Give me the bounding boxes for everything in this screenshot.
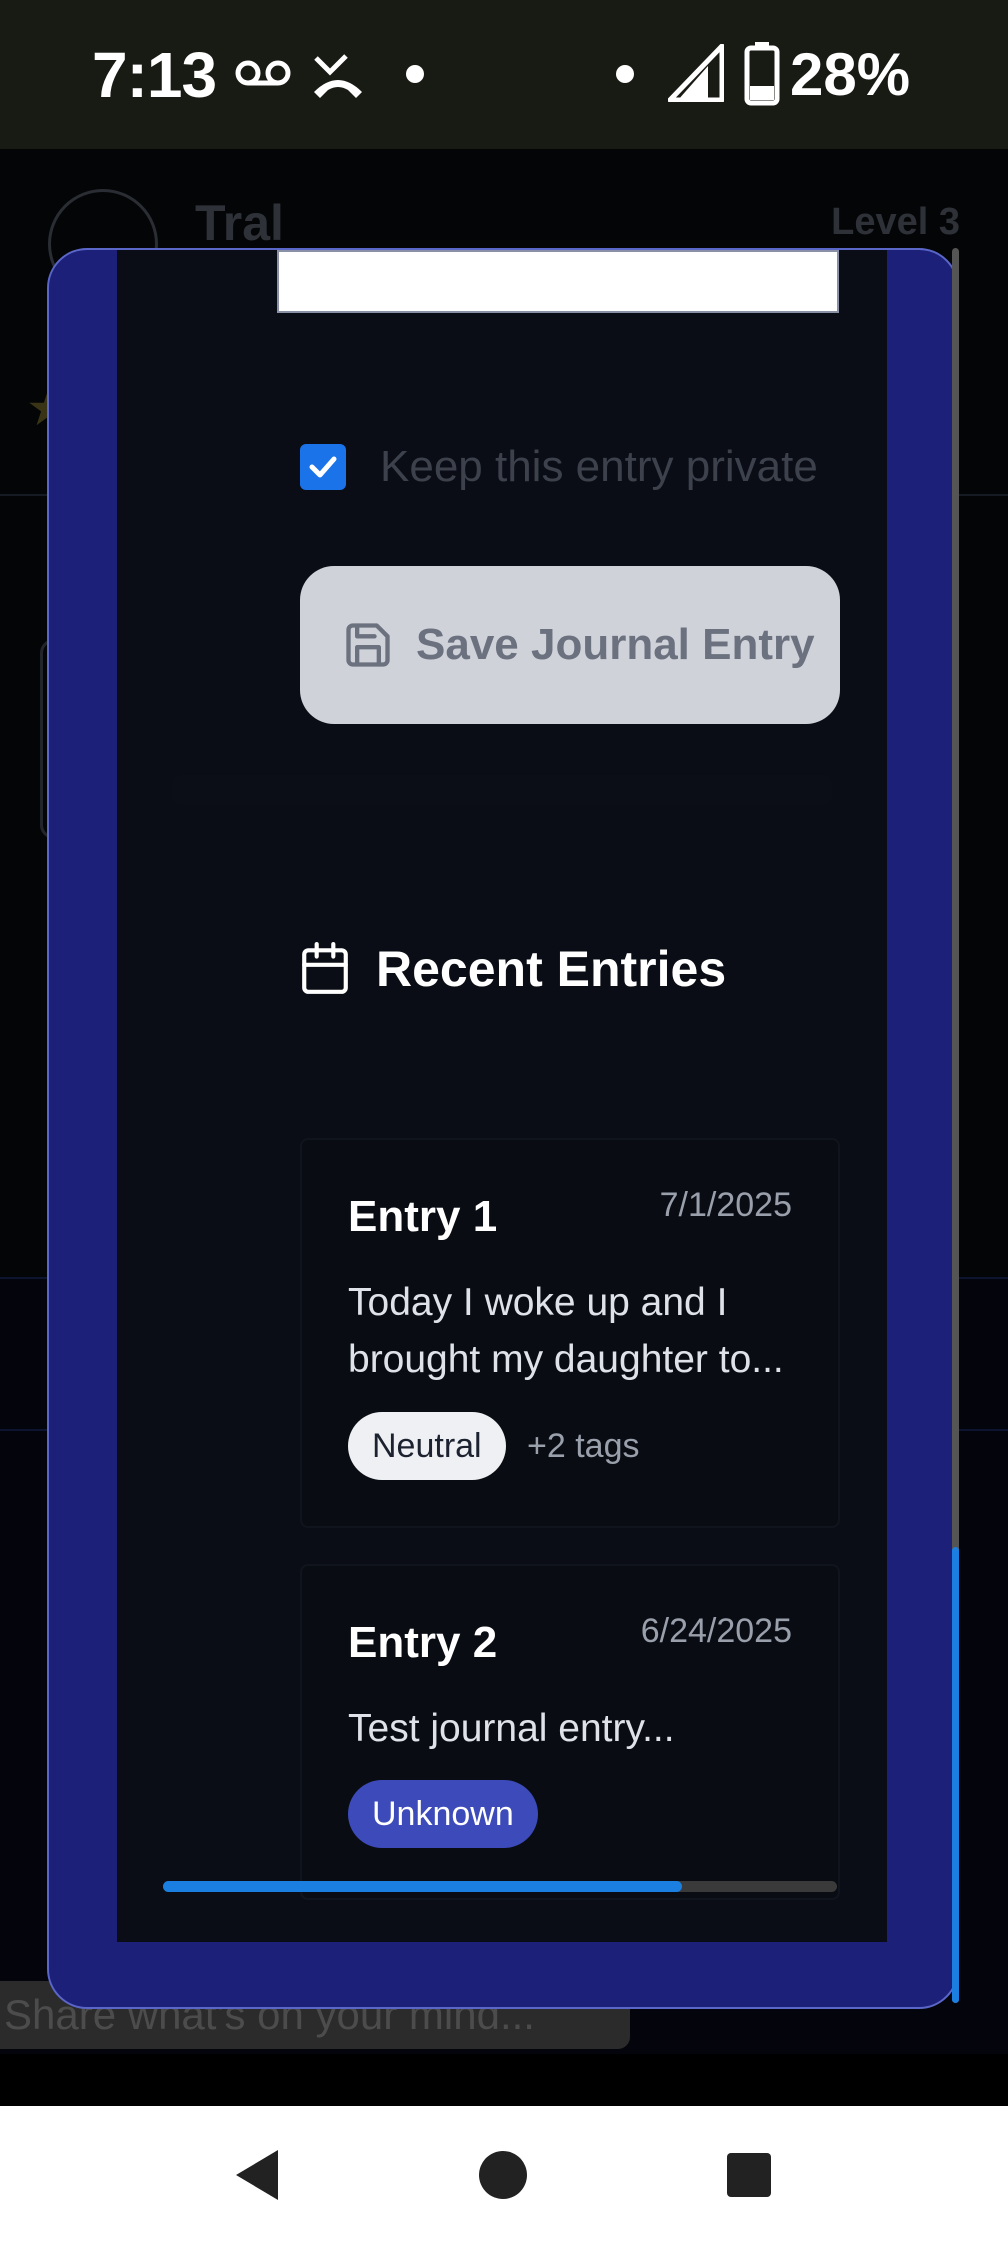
home-circle-icon bbox=[479, 2151, 527, 2199]
mood-tag: Neutral bbox=[348, 1412, 506, 1480]
home-button[interactable] bbox=[433, 2106, 573, 2244]
recent-entries-header: Recent Entries bbox=[300, 940, 726, 998]
entry-preview: Test journal entry... bbox=[348, 1707, 675, 1750]
entry-title: Entry 1 bbox=[348, 1192, 498, 1241]
modal-content: Keep this entry private Save Journal Ent… bbox=[117, 250, 887, 1942]
save-journal-button[interactable]: Save Journal Entry bbox=[300, 566, 840, 724]
level-badge: Level 3 bbox=[831, 201, 960, 243]
horizontal-scrollbar[interactable] bbox=[163, 1881, 837, 1892]
missed-call-icon bbox=[314, 54, 362, 98]
recents-square-icon bbox=[727, 2153, 771, 2197]
notification-dot-icon bbox=[616, 65, 634, 83]
private-option[interactable]: Keep this entry private bbox=[300, 442, 818, 492]
entry-text-field[interactable] bbox=[277, 250, 839, 313]
calendar-icon bbox=[302, 942, 348, 994]
entry-preview: Today I woke up and I brought my daughte… bbox=[348, 1281, 784, 1381]
bottom-strip bbox=[0, 2054, 1008, 2106]
entry-title: Entry 2 bbox=[348, 1618, 498, 1667]
back-button[interactable] bbox=[187, 2106, 327, 2244]
user-name: Tral bbox=[195, 195, 284, 251]
vertical-scrollbar[interactable] bbox=[952, 248, 959, 2003]
checkmark-icon bbox=[309, 456, 337, 478]
private-label: Keep this entry private bbox=[380, 442, 818, 491]
system-nav-bar bbox=[0, 2106, 1008, 2244]
back-triangle-icon bbox=[236, 2150, 278, 2200]
battery-icon bbox=[744, 42, 780, 106]
recents-button[interactable] bbox=[679, 2106, 819, 2244]
more-tags-label: +2 tags bbox=[527, 1427, 640, 1465]
entry-card[interactable]: Entry 2 6/24/2025 Test journal entry... … bbox=[300, 1564, 840, 1900]
horizontal-scrollbar-thumb[interactable] bbox=[163, 1881, 682, 1892]
signal-icon bbox=[668, 44, 724, 102]
status-bar: 7:13 28% bbox=[0, 0, 1008, 149]
battery-percent: 28% bbox=[790, 41, 911, 108]
journal-modal: Keep this entry private Save Journal Ent… bbox=[47, 248, 959, 2009]
vertical-scrollbar-thumb[interactable] bbox=[952, 1546, 959, 2003]
notification-dot-icon bbox=[406, 65, 424, 83]
form-card-edge bbox=[172, 775, 832, 805]
mood-tag: Unknown bbox=[348, 1780, 538, 1848]
voicemail-icon bbox=[235, 60, 291, 86]
save-icon bbox=[346, 623, 390, 667]
status-time: 7:13 bbox=[92, 39, 217, 111]
entry-date: 7/1/2025 bbox=[659, 1186, 792, 1224]
save-button-label: Save Journal Entry bbox=[416, 620, 815, 669]
entry-card[interactable]: Entry 1 7/1/2025 Today I woke up and I b… bbox=[300, 1138, 840, 1528]
recent-entries-title: Recent Entries bbox=[376, 941, 727, 997]
entry-date: 6/24/2025 bbox=[640, 1612, 792, 1650]
private-checkbox[interactable] bbox=[300, 444, 346, 490]
